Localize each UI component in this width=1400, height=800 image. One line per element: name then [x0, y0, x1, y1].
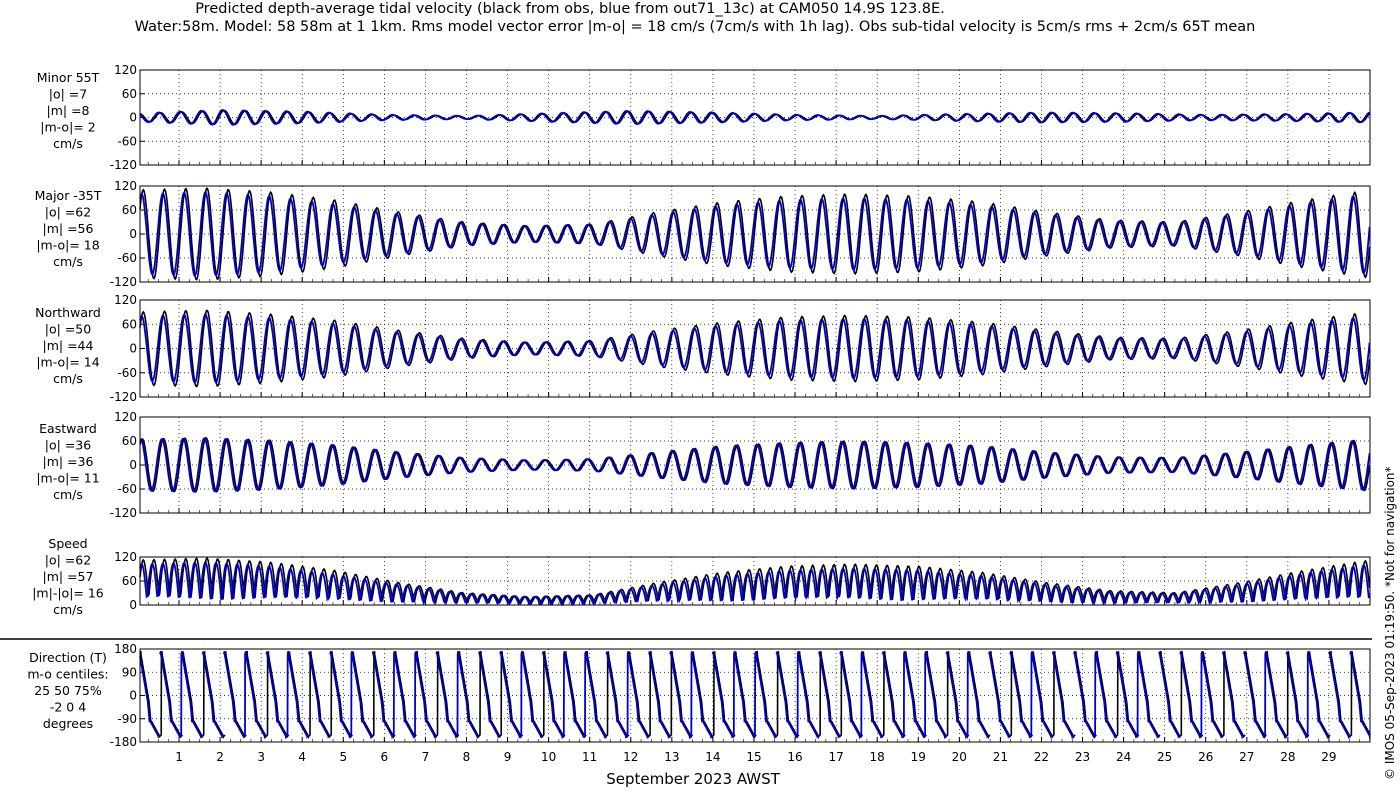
panel-label-line: cm/s: [53, 371, 83, 386]
y-tick-label: 120: [114, 410, 137, 424]
x-tick-label: 19: [911, 750, 926, 764]
y-tick-label: -120: [110, 506, 137, 520]
panel-3: 120 60 0 -60 -120 Northward |o| =50|m| =44 |m-o…: [35, 293, 1371, 404]
panel-5: 120 60 0 Speed |o| =62|m| =57 |m|-|o|= 16cm/s: [32, 536, 1371, 617]
panel-label-line: -2 0 4: [50, 700, 86, 715]
panel-label-line: |o| =7: [49, 87, 87, 102]
y-tick-label: -60: [117, 366, 137, 380]
x-tick-label: 27: [1239, 750, 1254, 764]
x-tick-label: 5: [339, 750, 347, 764]
panel-label-line: cm/s: [53, 602, 83, 617]
panel-label-line: |m| =36: [43, 454, 94, 469]
y-tick-label: -90: [117, 712, 137, 726]
x-tick-label: 24: [1116, 750, 1131, 764]
y-tick-label: 60: [122, 434, 137, 448]
panel-label-line: |m| =56: [43, 221, 94, 236]
x-tick-label: 12: [623, 750, 638, 764]
panel-label-line: Northward: [35, 305, 101, 320]
x-tick-label: 17: [828, 750, 843, 764]
y-tick-label: 60: [122, 317, 137, 331]
y-tick-label: 0: [129, 227, 137, 241]
y-tick-label: 120: [114, 293, 137, 307]
x-tick-label: 22: [1034, 750, 1049, 764]
y-tick-label: 180: [114, 642, 137, 656]
x-tick-label: 15: [746, 750, 761, 764]
panel-label-line: Speed: [48, 536, 87, 551]
panel-label-line: Major -35T: [35, 188, 102, 203]
x-axis-label: September 2023 AWST: [606, 770, 780, 788]
panel-label-line: |m| =44: [43, 338, 94, 353]
panel-label-line: degrees: [43, 716, 93, 731]
panel-label-line: |m|-|o|= 16: [32, 586, 104, 601]
x-tick-label: 23: [1075, 750, 1090, 764]
panel-label-line: |m| =57: [43, 569, 94, 584]
y-tick-label: 90: [122, 665, 137, 679]
y-tick-label: 120: [114, 63, 137, 77]
y-tick-label: 0: [129, 342, 137, 356]
panel-label-line: Direction (T): [29, 650, 107, 665]
x-tick-label: 7: [422, 750, 430, 764]
y-tick-label: -120: [110, 390, 137, 404]
x-tick-label: 3: [257, 750, 265, 764]
panel-label-line: cm/s: [53, 487, 83, 502]
x-tick-label: 10: [541, 750, 556, 764]
panel-2: 120 60 0 -60 -120 Major -35T |o| =62|m| =56 |m-…: [35, 179, 1371, 289]
x-tick-label: 18: [870, 750, 885, 764]
x-tick-label: 2: [216, 750, 224, 764]
y-tick-label: 0: [129, 458, 137, 472]
x-tick-label: 1: [175, 750, 183, 764]
x-tick-label: 11: [582, 750, 597, 764]
x-tick-label: 13: [664, 750, 679, 764]
y-tick-label: -60: [117, 134, 137, 148]
panel-label-line: |o| =62: [45, 205, 91, 220]
panel-label-line: |m-o|= 2: [40, 120, 95, 135]
y-tick-label: 0: [129, 689, 137, 703]
y-tick-label: 0: [129, 598, 137, 612]
y-tick-label: 120: [114, 179, 137, 193]
panel-4: 120 60 0 -60 -120 Eastward |o| =36|m| =36 |m-o|…: [36, 410, 1371, 520]
x-tick-label: 20: [952, 750, 967, 764]
x-tick-label: 4: [298, 750, 306, 764]
y-tick-label: 60: [122, 574, 137, 588]
panel-label-line: |m-o|= 14: [36, 355, 99, 370]
model-series-line: [139, 109, 1370, 126]
x-tick-label: 29: [1321, 750, 1336, 764]
panel-label-line: |m| =8: [47, 103, 90, 118]
x-tick-label: 21: [993, 750, 1008, 764]
panel-label-line: |m-o|= 18: [36, 238, 99, 253]
panel-label-line: |o| =36: [45, 438, 91, 453]
panel-label-line: Eastward: [39, 421, 97, 436]
panel-label-line: |o| =50: [45, 322, 91, 337]
x-tick-label: 26: [1198, 750, 1213, 764]
panel-label-line: |m-o|= 11: [36, 471, 99, 486]
y-tick-label: 120: [114, 550, 137, 564]
x-tick-label: 14: [705, 750, 720, 764]
model-direction-line: [139, 650, 1371, 740]
y-tick-label: 60: [122, 203, 137, 217]
y-tick-label: -120: [110, 275, 137, 289]
y-tick-label: -180: [110, 735, 137, 749]
panel-label-line: |o| =62: [45, 553, 91, 568]
panel-label-line: Minor 55T: [37, 70, 100, 85]
x-tick-label: 9: [504, 750, 512, 764]
y-tick-label: -120: [110, 158, 137, 172]
panel-label-line: cm/s: [53, 136, 83, 151]
y-tick-label: -60: [117, 251, 137, 265]
x-tick-label: 25: [1157, 750, 1172, 764]
y-tick-label: -60: [117, 482, 137, 496]
panel-label-line: cm/s: [53, 254, 83, 269]
panel-1: 120 60 0 -60 -120 Minor 55T |o| =7|m| =8 |m-o|=…: [37, 63, 1371, 172]
panel-label-line: 25 50 75%: [34, 683, 102, 698]
panel-6: 180 90 0 -90 -180 Direction (T) m-o centiles:2…: [27, 642, 1371, 749]
panel-label-line: m-o centiles:: [27, 667, 108, 682]
tidal-velocity-chart: 120600-60-120Minor 55T|o| =7|m| =8|m-o|=…: [0, 63, 1372, 788]
x-tick-label: 8: [463, 750, 471, 764]
x-tick-label: 16: [787, 750, 802, 764]
x-tick-label: 6: [381, 750, 389, 764]
y-tick-label: 0: [129, 111, 137, 125]
y-tick-label: 60: [122, 87, 137, 101]
x-tick-label: 28: [1280, 750, 1295, 764]
